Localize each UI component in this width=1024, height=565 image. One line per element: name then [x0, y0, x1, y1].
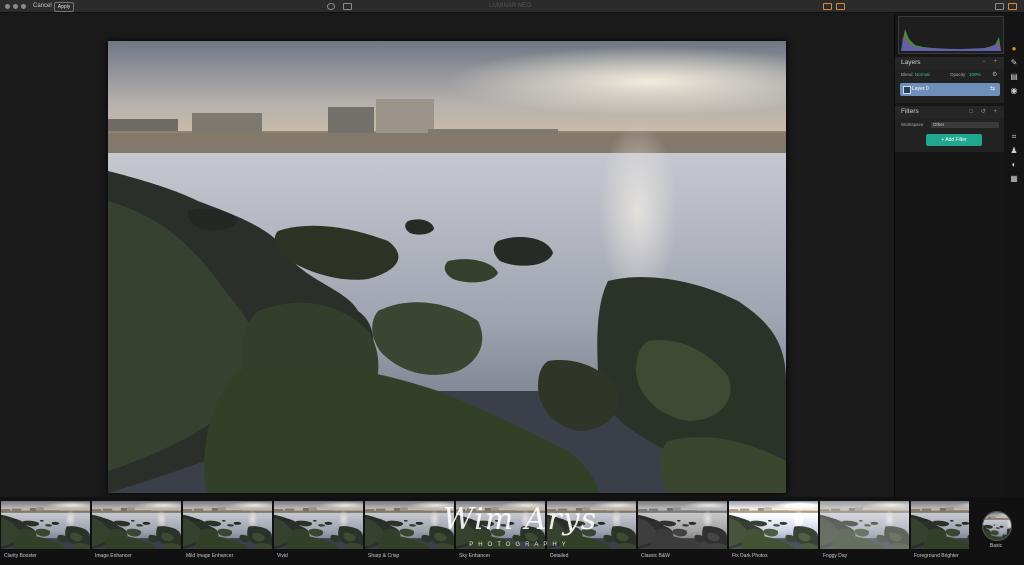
workspace-label: Workspace — [901, 122, 924, 127]
histogram — [898, 16, 1004, 54]
blend-dropdown[interactable]: Normal — [915, 72, 930, 77]
filters-actions[interactable]: □ ↺ + — [970, 108, 1001, 115]
preset-item[interactable]: Mild Image Enhancer — [183, 501, 272, 561]
document-title: LUMINAR NEO — [489, 3, 531, 9]
layer-name: Layer 0 — [912, 86, 929, 92]
preset-label: Image Enhancer — [95, 553, 132, 559]
preset-thumbnail — [729, 501, 818, 549]
preset-thumbnail — [638, 501, 727, 549]
preset-item[interactable]: Foreground Brighter — [911, 501, 969, 561]
palette-icon[interactable]: ● — [1010, 45, 1018, 53]
layer-options-icon[interactable]: ⇆ — [990, 85, 995, 92]
watermark-subtitle: PHOTOGRAPHY — [469, 542, 571, 548]
layer-thumbnail — [903, 86, 911, 94]
blend-label: Blend — [901, 72, 913, 77]
preset-item[interactable]: Fix Dark Photos — [729, 501, 818, 561]
erase-icon[interactable]: ◐ — [1010, 161, 1018, 169]
preset-label: Foggy Day — [823, 553, 848, 559]
brush-icon[interactable]: ✎ — [1010, 59, 1018, 67]
radial-icon[interactable]: ◉ — [1010, 87, 1018, 95]
preset-thumbnail — [911, 501, 969, 549]
preset-thumbnail — [92, 501, 181, 549]
title-bar: Cancel Apply LUMINAR NEO — [0, 0, 1024, 13]
opacity-value[interactable]: 100% — [969, 72, 981, 77]
settings-icon[interactable]: ⚙ — [992, 71, 997, 78]
zoom-dot-icon[interactable] — [21, 4, 26, 9]
preset-label: Foreground Brighter — [914, 553, 959, 559]
panel-toggle-icon[interactable] — [823, 3, 832, 10]
basic-preset-label: Basic — [989, 543, 1003, 549]
workspace-dropdown[interactable]: Other — [931, 122, 999, 128]
preset-thumbnail — [820, 501, 909, 549]
preset-label: Vivid — [277, 553, 288, 559]
crop-icon[interactable]: ⌗ — [1010, 133, 1018, 141]
gradient-icon[interactable]: ▤ — [1010, 73, 1018, 81]
preset-label: Mild Image Enhancer — [186, 553, 234, 559]
preset-label: Sharp & Crisp — [368, 553, 400, 559]
opacity-label: Opacity — [950, 72, 966, 77]
eye-icon[interactable] — [327, 3, 335, 10]
cancel-button[interactable]: Cancel — [33, 1, 52, 11]
tool-strip: ● ✎ ▤ ◉ ⌗ ♟ ◐ ▦ — [1004, 13, 1024, 497]
stamp-icon[interactable]: ♟ — [1010, 147, 1018, 155]
sidebar-icon[interactable] — [995, 3, 1004, 10]
watermark-signature: Wim Arys — [442, 502, 598, 537]
image-canvas — [0, 13, 894, 497]
preset-label: Fix Dark Photos — [732, 553, 768, 559]
minimize-dot-icon[interactable] — [13, 4, 18, 9]
preset-label: Clarity Booster — [4, 553, 37, 559]
close-dot-icon[interactable] — [5, 4, 10, 9]
layers-title: Layers — [901, 59, 921, 66]
preset-item[interactable]: Vivid — [274, 501, 363, 561]
layers-icon[interactable]: ▦ — [1010, 175, 1018, 183]
preset-thumbnail — [1, 501, 90, 549]
preset-label: Classic B&W — [641, 553, 670, 559]
compare-icon[interactable] — [343, 3, 352, 10]
preset-thumbnail — [274, 501, 363, 549]
filters-title: Filters — [901, 108, 919, 115]
layers-header: Layers − + — [895, 57, 1005, 69]
preset-item[interactable]: Foggy Day — [820, 501, 909, 561]
photographer-watermark: Wim Arys PHOTOGRAPHY — [430, 498, 610, 558]
preset-item[interactable]: Image Enhancer — [92, 501, 181, 561]
layer-item[interactable]: Layer 0 ⇆ — [900, 83, 1000, 96]
preset-item[interactable]: Classic B&W — [638, 501, 727, 561]
main-photo[interactable] — [108, 41, 786, 493]
filters-header: Filters □ ↺ + — [895, 106, 1005, 118]
apply-button[interactable]: Apply — [54, 2, 74, 12]
share-icon[interactable] — [1008, 3, 1017, 10]
layers-actions[interactable]: − + — [982, 59, 1000, 65]
right-panel: Layers − + Blend Normal Opacity 100% ⚙ L… — [894, 13, 1005, 497]
export-icon[interactable] — [836, 3, 845, 10]
preset-thumbnail — [183, 501, 272, 549]
basic-preset-icon[interactable] — [982, 511, 1012, 541]
preset-item[interactable]: Clarity Booster — [1, 501, 90, 561]
add-filter-button[interactable]: + Add Filter — [926, 134, 982, 146]
